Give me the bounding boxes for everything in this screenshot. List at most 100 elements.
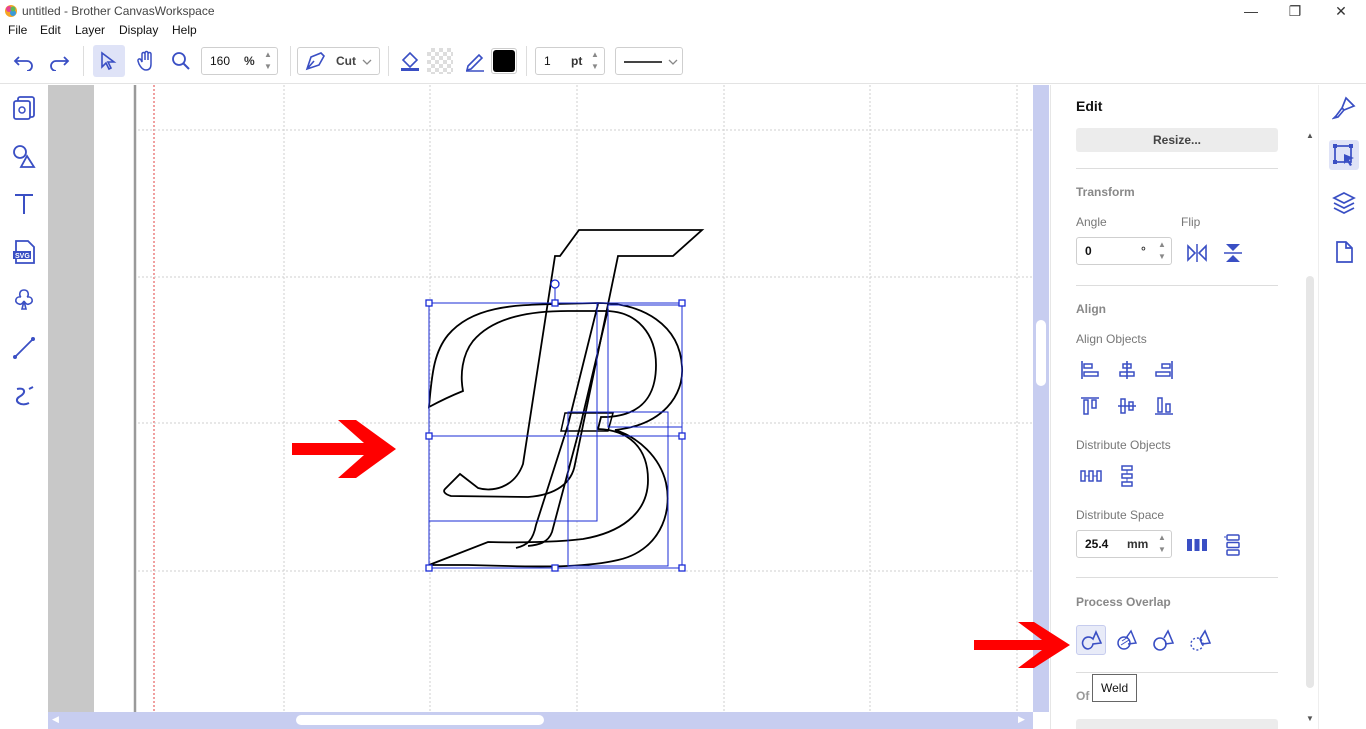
angle-down-icon[interactable]: ▼ xyxy=(1155,252,1169,262)
align-right-button[interactable] xyxy=(1151,357,1177,383)
svg-import-button[interactable]: SVG xyxy=(8,236,40,268)
toolbar: 160 % ▲ ▼ Cut 1 pt ▲ ▼ xyxy=(0,40,1366,84)
restore-button[interactable]: ❐ xyxy=(1272,0,1318,22)
line-width-up-icon[interactable]: ▲ xyxy=(588,50,602,60)
subtract-button[interactable] xyxy=(1150,627,1176,653)
distribute-space-input[interactable]: 25.4 mm ▲ ▼ xyxy=(1076,530,1172,558)
next-section-heading: Of xyxy=(1076,689,1090,703)
align-middle-button[interactable] xyxy=(1114,393,1140,419)
weld-button[interactable] xyxy=(1076,625,1106,655)
align-middle-icon xyxy=(1118,398,1136,414)
angle-input[interactable]: 0 ° ▲ ▼ xyxy=(1076,237,1172,265)
distribute-space-vertical-button[interactable] xyxy=(1220,532,1246,558)
left-toolbar: SVG xyxy=(0,85,48,729)
shape-library-button[interactable] xyxy=(8,284,40,316)
distribute-space-horizontal-button[interactable] xyxy=(1184,532,1210,558)
group-overlap-button[interactable] xyxy=(1113,627,1139,653)
menu-layer[interactable]: Layer xyxy=(75,23,105,37)
select-edit-button[interactable] xyxy=(1329,140,1359,170)
line-width-input[interactable]: 1 pt ▲ ▼ xyxy=(535,47,605,75)
shapes-tool-button[interactable] xyxy=(8,140,40,172)
zoom-up-icon[interactable]: ▲ xyxy=(261,50,275,60)
layers-icon xyxy=(1332,192,1356,214)
line-mode-select[interactable]: Cut xyxy=(297,47,380,75)
undo-button[interactable] xyxy=(10,48,38,76)
grid xyxy=(138,85,1033,712)
line-style-select[interactable] xyxy=(615,47,683,75)
process-overlap-heading: Process Overlap xyxy=(1076,595,1171,609)
redo-button[interactable] xyxy=(45,48,73,76)
menu-help[interactable]: Help xyxy=(172,23,197,37)
zoom-input[interactable]: 160 % ▲ ▼ xyxy=(201,47,278,75)
transparent-fill-swatch[interactable] xyxy=(427,48,453,74)
distribute-horizontal-button[interactable] xyxy=(1078,463,1104,489)
distribute-space-down-icon[interactable]: ▼ xyxy=(1155,545,1169,555)
angle-up-icon[interactable]: ▲ xyxy=(1155,240,1169,250)
fill-color-button[interactable] xyxy=(396,47,424,75)
flip-horizontal-button[interactable] xyxy=(1184,240,1210,266)
freehand-tool-button[interactable] xyxy=(8,380,40,412)
line-width-value: 1 xyxy=(544,54,551,68)
glyph-b[interactable] xyxy=(427,302,683,568)
scroll-left-icon[interactable]: ◀ xyxy=(52,714,59,725)
select-tool-button[interactable] xyxy=(93,45,125,77)
window-title: untitled - Brother CanvasWorkspace xyxy=(22,4,215,18)
line-width-unit: pt xyxy=(571,54,583,68)
distribute-horizontal-icon xyxy=(1080,470,1102,482)
layers-button[interactable] xyxy=(1329,188,1359,218)
pages-tool-button[interactable] xyxy=(8,92,40,124)
align-left-button[interactable] xyxy=(1077,357,1103,383)
distribute-vertical-button[interactable] xyxy=(1114,463,1140,489)
panel-scroll-up-icon[interactable]: ▲ xyxy=(1306,131,1314,140)
annotation-arrow-left xyxy=(292,420,396,478)
align-bottom-icon xyxy=(1155,397,1173,415)
pan-tool-button[interactable] xyxy=(130,45,162,77)
line-color-swatch[interactable] xyxy=(491,48,517,74)
pen-icon xyxy=(465,53,484,72)
line-style-preview xyxy=(624,61,662,63)
cursor-icon xyxy=(101,51,117,71)
distribute-space-up-icon[interactable]: ▲ xyxy=(1155,533,1169,543)
selection-outlines xyxy=(428,302,683,569)
rotate-handle[interactable] xyxy=(550,279,560,289)
line-width-down-icon[interactable]: ▼ xyxy=(588,62,602,72)
horizontal-scrollbar[interactable]: ◀ ▶ xyxy=(48,712,1033,729)
edit-brush-button[interactable] xyxy=(1329,93,1359,123)
line-mode-label: Cut xyxy=(336,54,356,68)
scroll-right-icon[interactable]: ▶ xyxy=(1018,714,1025,725)
glyph-j[interactable] xyxy=(443,229,705,498)
text-tool-button[interactable] xyxy=(8,188,40,220)
edit-brush-icon xyxy=(1332,96,1356,120)
zoom-tool-button[interactable] xyxy=(165,45,197,77)
menu-file[interactable]: File xyxy=(8,23,27,37)
close-button[interactable]: ✕ xyxy=(1318,0,1364,22)
title-bar: untitled - Brother CanvasWorkspace — ❐ ✕ xyxy=(0,0,1366,22)
line-color-button[interactable] xyxy=(461,47,489,75)
align-center-button[interactable] xyxy=(1114,357,1140,383)
canvas-svg xyxy=(48,85,1033,712)
resize-button[interactable]: Resize... xyxy=(1076,128,1278,152)
horizontal-scroll-thumb[interactable] xyxy=(296,715,544,725)
align-bottom-button[interactable] xyxy=(1151,393,1177,419)
chevron-down-icon xyxy=(362,59,372,65)
panel-scroll-thumb[interactable] xyxy=(1306,276,1314,688)
vertical-scroll-thumb[interactable] xyxy=(1036,320,1046,386)
hand-icon xyxy=(137,50,152,71)
angle-label: Angle xyxy=(1076,215,1107,229)
menu-edit[interactable]: Edit xyxy=(40,23,61,37)
panel-scroll-down-icon[interactable]: ▼ xyxy=(1306,714,1314,723)
menu-display[interactable]: Display xyxy=(119,23,158,37)
zoom-down-icon[interactable]: ▼ xyxy=(261,62,275,72)
right-toolbar xyxy=(1318,85,1366,729)
page-button[interactable] xyxy=(1329,237,1359,267)
line-tool-button[interactable] xyxy=(8,332,40,364)
intersect-button[interactable] xyxy=(1187,627,1213,653)
vertical-scrollbar[interactable] xyxy=(1033,85,1049,712)
flip-vertical-icon xyxy=(1224,244,1242,262)
edit-panel: Edit Resize... Transform Angle Flip 0 ° … xyxy=(1050,85,1318,729)
drawing-canvas[interactable] xyxy=(48,85,1033,712)
minimize-button[interactable]: — xyxy=(1228,0,1274,22)
space-horizontal-icon xyxy=(1187,539,1207,551)
flip-vertical-button[interactable] xyxy=(1220,240,1246,266)
align-top-button[interactable] xyxy=(1077,393,1103,419)
